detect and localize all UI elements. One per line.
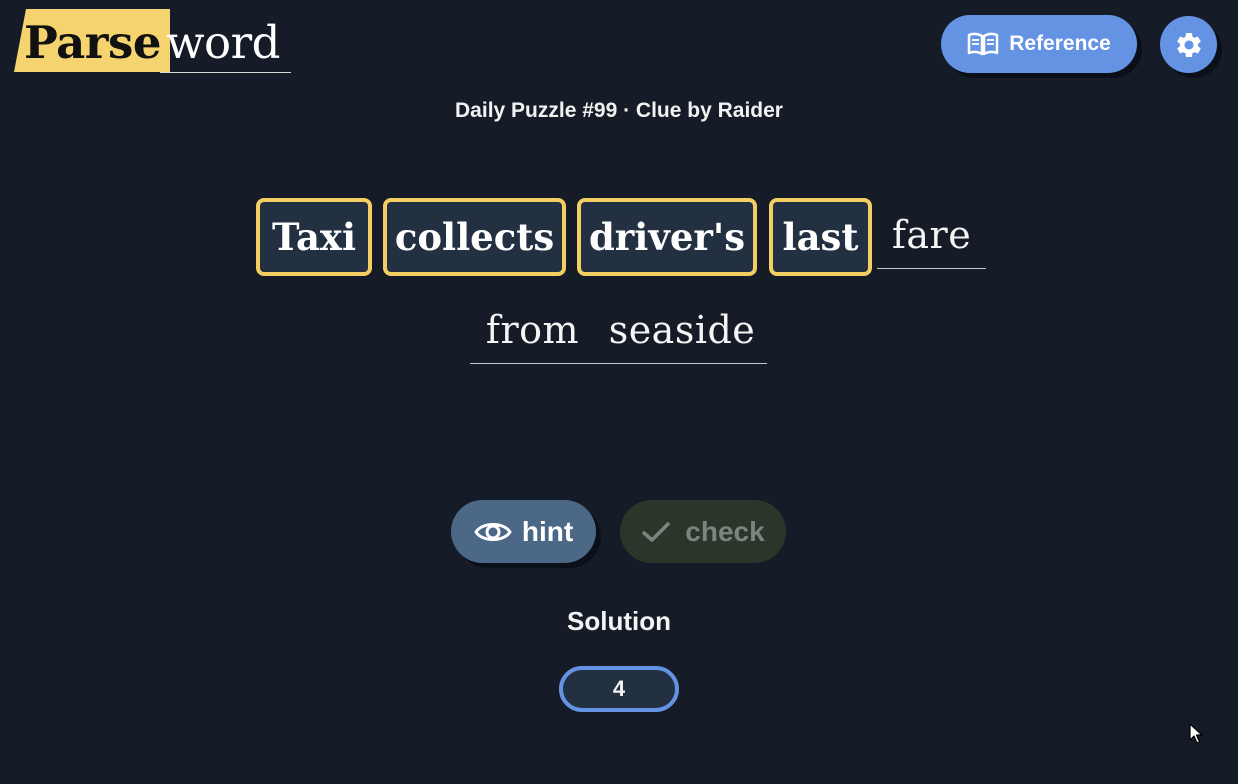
word-underline <box>877 268 986 269</box>
parseword-logo: Parse word <box>14 8 294 74</box>
clue-word-from[interactable]: from <box>470 291 595 369</box>
logo-parse-text: Parse <box>24 16 161 69</box>
solution-length: 4 <box>612 676 626 701</box>
logo-underline <box>160 72 291 73</box>
book-open-icon <box>967 32 999 56</box>
check-label: check <box>685 515 765 547</box>
logo-word-text: word <box>166 16 280 69</box>
reference-label: Reference <box>1009 32 1111 55</box>
clue-word-collects[interactable]: collects <box>383 198 566 276</box>
clue-word-taxi[interactable]: Taxi <box>256 198 372 276</box>
puzzle-subtitle: Daily Puzzle #99 · Clue by Raider <box>455 99 783 122</box>
clue-word-seaside[interactable]: seaside <box>597 291 767 369</box>
settings-button[interactable] <box>1160 16 1217 73</box>
hint-button[interactable]: hint <box>451 500 596 563</box>
clue-word-last[interactable]: last <box>769 198 872 276</box>
gear-icon <box>1176 32 1201 57</box>
solution-label: Solution <box>567 606 671 636</box>
reference-button[interactable]: Reference <box>941 15 1137 73</box>
solution-input[interactable]: 4 <box>559 666 679 712</box>
word-underline <box>470 363 767 364</box>
check-button[interactable]: check <box>620 500 786 563</box>
checkmark-icon <box>642 521 671 542</box>
clue-word-fare[interactable]: fare <box>877 196 986 274</box>
mouse-cursor-icon <box>1189 723 1203 744</box>
eye-icon <box>474 522 512 541</box>
clue-word-drivers[interactable]: driver's <box>577 198 757 276</box>
hint-label: hint <box>521 515 574 547</box>
